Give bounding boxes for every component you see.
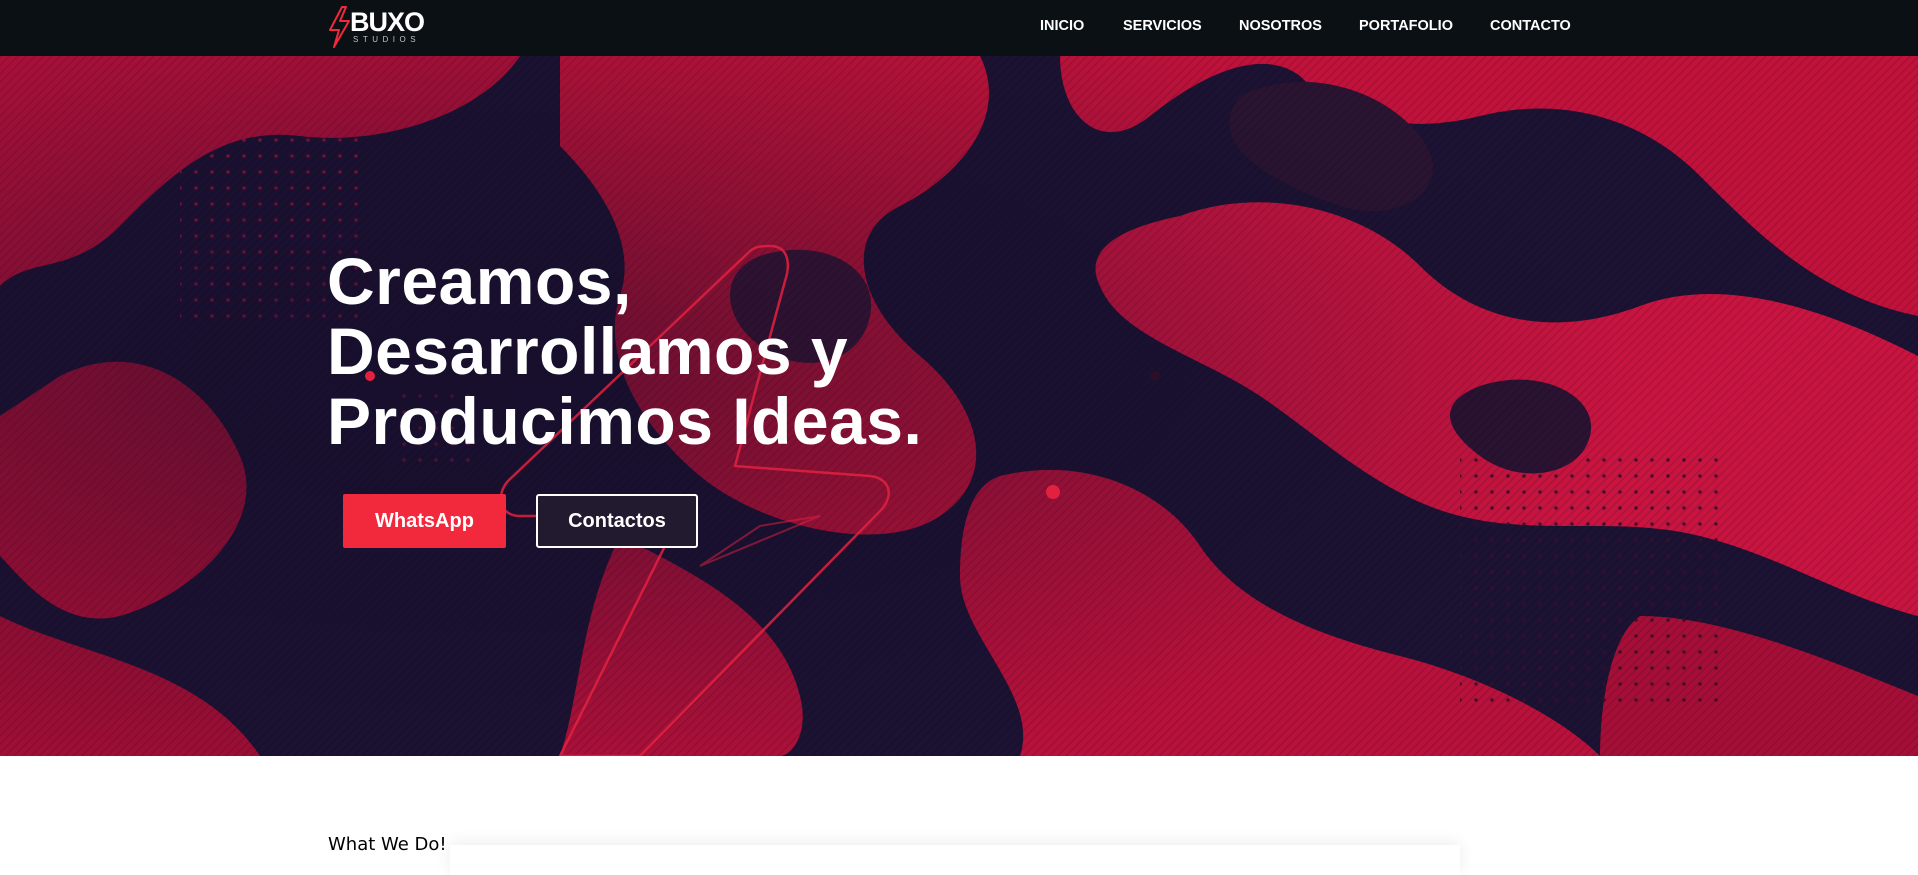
nav-item-contacto[interactable]: CONTACTO: [1490, 18, 1571, 34]
nav-item-nosotros[interactable]: NOSOTROS: [1239, 18, 1322, 34]
nav-item-portafolio[interactable]: PORTAFOLIO: [1359, 18, 1453, 34]
hero-headline: Creamos, Desarrollamos y Producimos Idea…: [327, 246, 1027, 456]
services-card-edge: [450, 845, 1460, 875]
nav-item-servicios[interactable]: SERVICIOS: [1123, 18, 1202, 34]
hero-headline-line-3: Producimos Ideas.: [327, 384, 923, 458]
whatsapp-button[interactable]: WhatsApp: [343, 494, 506, 548]
contactos-button[interactable]: Contactos: [536, 494, 698, 548]
top-navbar: BUXO STUDIOS INICIO SERVICIOS NOSOTROS P…: [0, 0, 1918, 56]
hero-headline-line-1: Creamos,: [327, 244, 632, 318]
main-nav: INICIO SERVICIOS NOSOTROS PORTAFOLIO CON…: [0, 0, 1918, 56]
nav-item-inicio[interactable]: INICIO: [1040, 18, 1084, 34]
section-heading: What We Do!: [328, 834, 447, 855]
hero-headline-line-2: Desarrollamos y: [327, 314, 849, 388]
hero-section: Creamos, Desarrollamos y Producimos Idea…: [0, 56, 1918, 756]
